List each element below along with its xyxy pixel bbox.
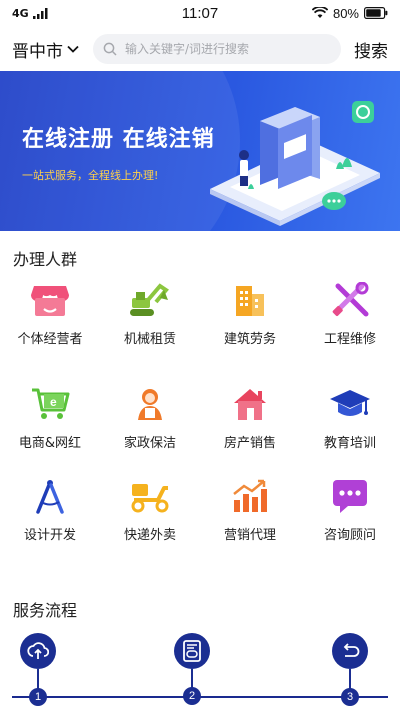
- shop-icon: [31, 286, 69, 316]
- return-icon: [343, 643, 360, 657]
- group-label: 电商&网红: [18, 436, 82, 451]
- group-label: 工程维修: [323, 332, 376, 347]
- group-item-delivery[interactable]: 快递外卖: [100, 476, 200, 556]
- group-label: 咨询顾问: [323, 528, 376, 543]
- group-item-real-estate[interactable]: 房产销售: [200, 384, 300, 464]
- group-label: 快递外卖: [123, 528, 176, 543]
- search-button[interactable]: 搜索: [354, 37, 388, 62]
- groups-section-title: 办理人群: [13, 250, 78, 269]
- tools-icon: [332, 282, 369, 317]
- group-label: 个体经营者: [17, 332, 83, 347]
- group-item-machinery-rental[interactable]: 机械租赁: [100, 280, 200, 360]
- top-header: 晋中市 搜索: [0, 30, 400, 68]
- process-step-number: 2: [183, 687, 201, 705]
- chevron-down-icon: [67, 45, 79, 53]
- group-item-education[interactable]: 教育培训: [300, 384, 400, 464]
- city-label: 晋中市: [12, 41, 63, 62]
- cloud-upload-icon: [27, 642, 49, 659]
- group-label: 建筑劳务: [223, 332, 276, 347]
- scooter-icon: [131, 484, 169, 513]
- process-stem-2: [191, 669, 193, 689]
- search-icon: [103, 42, 117, 56]
- city-selector[interactable]: 晋中市: [12, 37, 79, 62]
- banner-illustration: [210, 101, 380, 226]
- process-timeline: 1 2 3: [0, 625, 400, 711]
- group-item-marketing-agency[interactable]: 营销代理: [200, 476, 300, 556]
- group-item-design-development[interactable]: 设计开发: [0, 476, 100, 556]
- group-item-engineering-repair[interactable]: 工程维修: [300, 280, 400, 360]
- graduation-cap-icon: [330, 390, 370, 416]
- group-item-consulting[interactable]: 咨询顾问: [300, 476, 400, 556]
- growth-chart-icon: [233, 479, 267, 512]
- cart-icon: e: [32, 388, 70, 419]
- group-label: 设计开发: [23, 528, 76, 543]
- chat-bubble-icon: [333, 480, 367, 513]
- housekeeper-icon: [138, 389, 162, 420]
- building-icon: [236, 286, 264, 316]
- group-item-housekeeping[interactable]: 家政保洁: [100, 384, 200, 464]
- process-stem-3: [349, 669, 351, 689]
- compass-icon: [36, 480, 64, 514]
- promo-banner[interactable]: 在线注册 在线注销 一站式服务，全程线上办理!: [0, 71, 400, 231]
- group-label: 机械租赁: [123, 332, 176, 347]
- group-label: 房产销售: [223, 436, 276, 451]
- svg-text:e: e: [50, 395, 57, 409]
- status-bar: 4G 11:07 80%: [0, 0, 400, 26]
- process-step-3[interactable]: [332, 633, 368, 669]
- house-icon: [234, 389, 266, 420]
- process-step-2[interactable]: [174, 633, 210, 669]
- banner-subtitle: 一站式服务，全程线上办理!: [22, 169, 159, 182]
- search-input[interactable]: [125, 42, 325, 56]
- process-step-number: 1: [29, 688, 47, 706]
- status-time: 11:07: [181, 4, 219, 22]
- group-label: 营销代理: [223, 528, 276, 543]
- search-box[interactable]: [93, 34, 341, 64]
- group-item-individual-business[interactable]: 个体经营者: [0, 280, 100, 360]
- group-label: 家政保洁: [123, 436, 176, 451]
- excavator-icon: [130, 283, 169, 316]
- process-stem-1: [37, 669, 39, 689]
- banner-title: 在线注册 在线注销: [22, 127, 215, 152]
- group-label: 教育培训: [323, 436, 376, 451]
- process-step-number: 3: [341, 688, 359, 706]
- process-step-1[interactable]: [20, 633, 56, 669]
- group-item-ecommerce[interactable]: e 电商&网红: [0, 384, 100, 464]
- group-item-construction-labor[interactable]: 建筑劳务: [200, 280, 300, 360]
- id-card-icon: [183, 640, 201, 662]
- process-section-title: 服务流程: [13, 601, 78, 620]
